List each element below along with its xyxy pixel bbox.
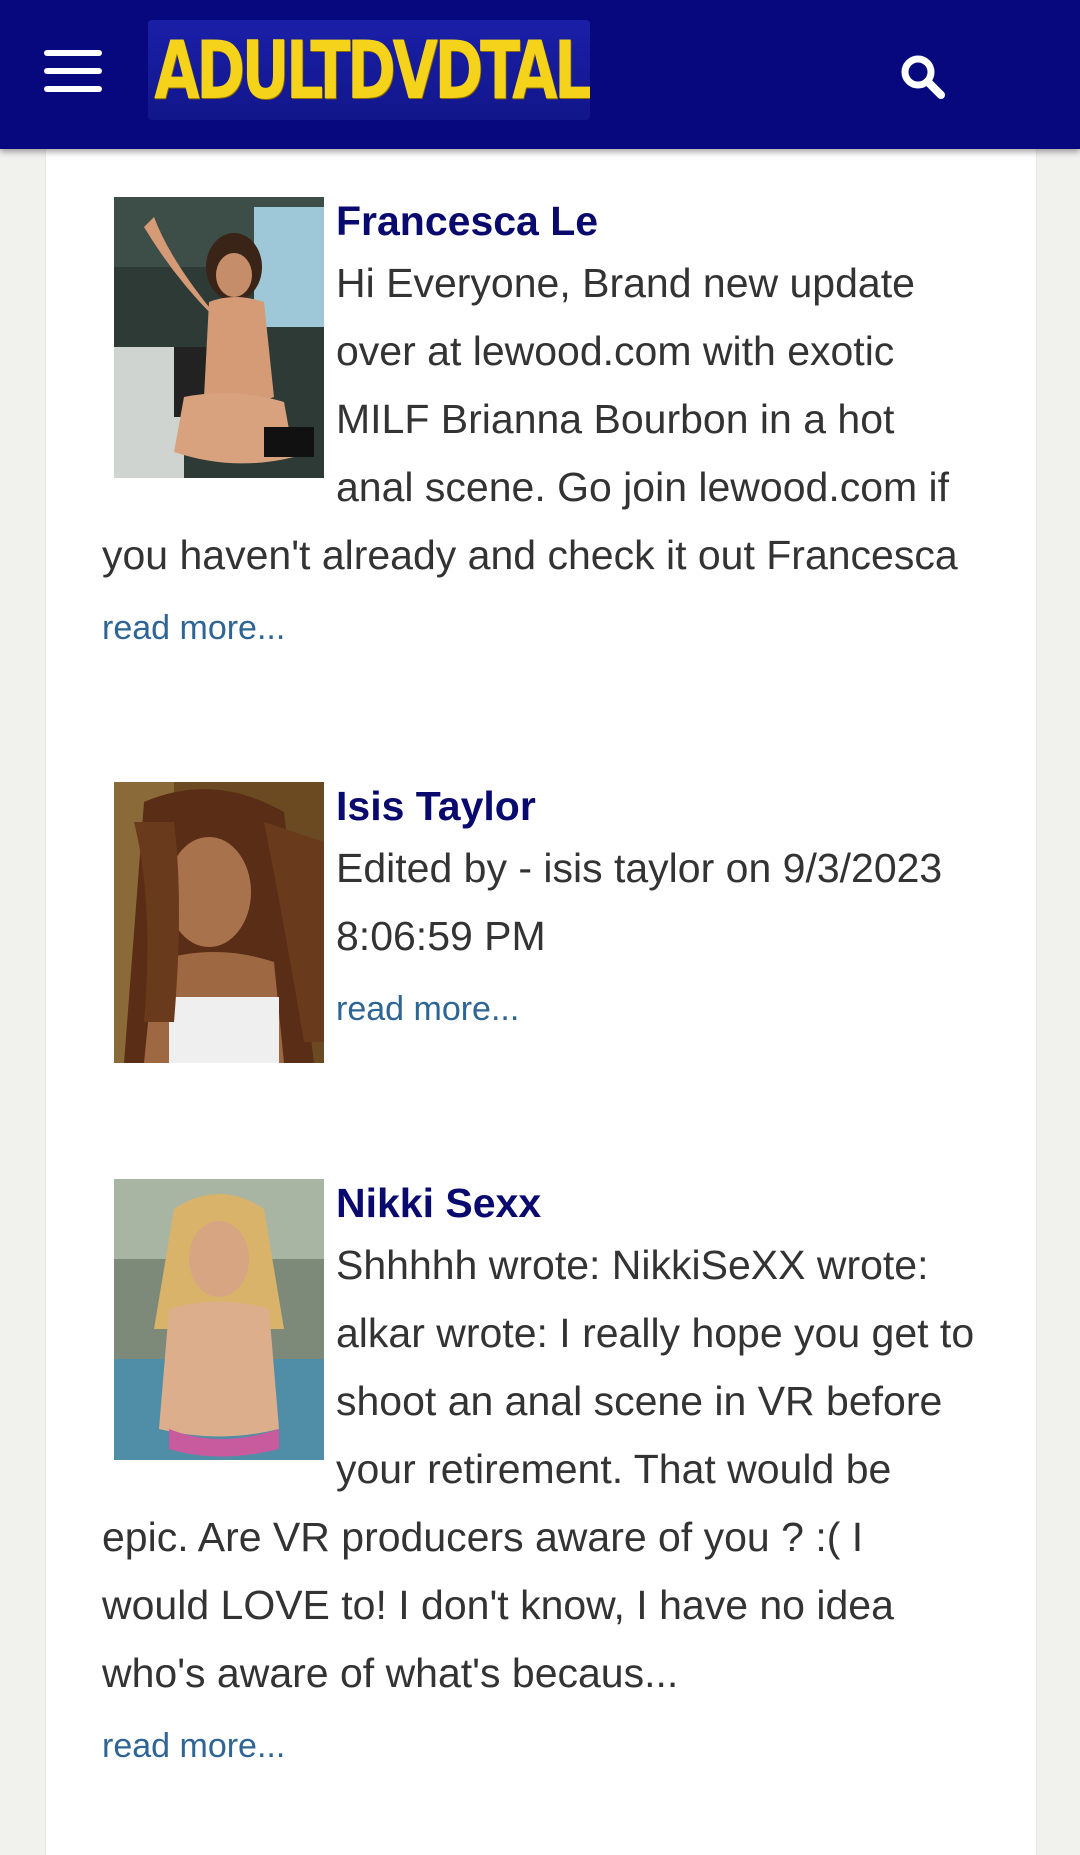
post-item: Francesca Le Hi Everyone, Brand new upda…: [46, 197, 1036, 649]
read-more-link[interactable]: read more...: [102, 607, 976, 649]
post-thumbnail[interactable]: [114, 1179, 324, 1460]
menu-line: [44, 86, 102, 92]
site-logo-text: ADULTDVDTALK: [154, 24, 590, 117]
main-content: Francesca Le Hi Everyone, Brand new upda…: [45, 149, 1037, 1855]
site-logo[interactable]: ADULTDVDTALK: [148, 20, 590, 120]
search-icon[interactable]: [898, 52, 946, 100]
hamburger-menu-icon[interactable]: [44, 50, 102, 92]
post-item: Isis Taylor Edited by - isis taylor on 9…: [46, 782, 1036, 1067]
menu-line: [44, 68, 102, 74]
post-item: Nikki Sexx Shhhhh wrote: NikkiSeXX wrote…: [46, 1179, 1036, 1767]
menu-line: [44, 50, 102, 56]
top-nav-bar: ADULTDVDTALK: [0, 0, 1080, 149]
post-thumbnail[interactable]: [114, 197, 324, 478]
read-more-link[interactable]: read more...: [102, 1725, 976, 1767]
post-thumbnail[interactable]: [114, 782, 324, 1063]
